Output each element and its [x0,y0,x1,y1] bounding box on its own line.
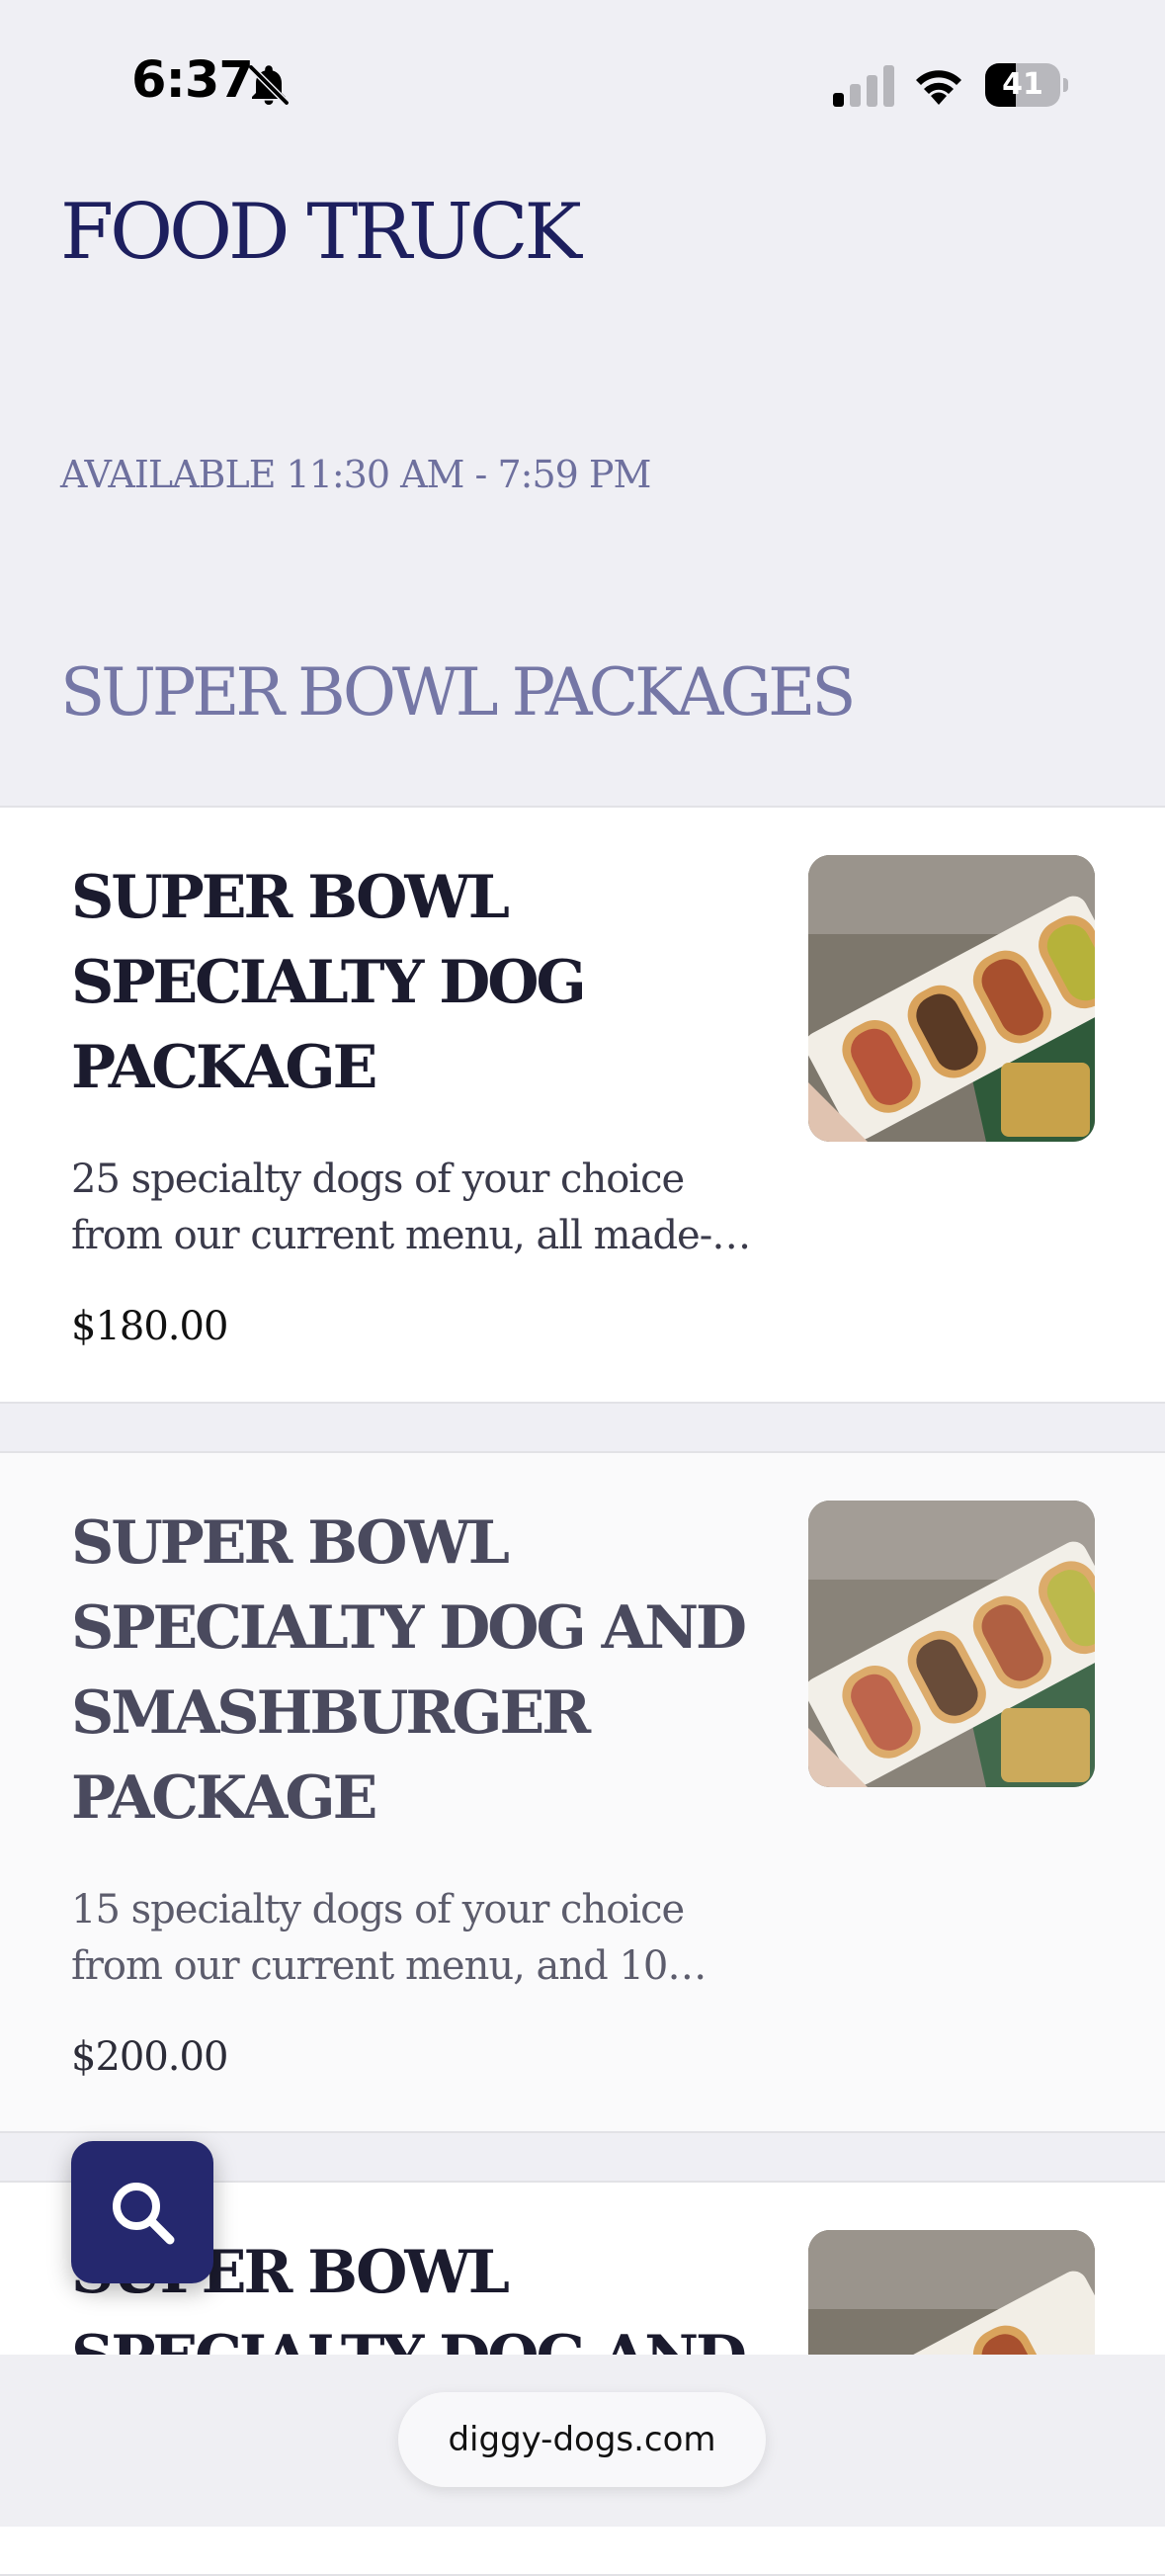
section-title: SUPER BOWL PACKAGES [60,654,856,730]
menu-item-photo [808,1501,1095,1787]
menu-item-description: 15 specialty dogs of your choice from ou… [71,1882,783,1995]
menu-item-photo [808,855,1095,1142]
battery-level: 41 [1002,67,1043,102]
signal-icon [833,65,894,107]
status-bar: 6:37 41 [0,0,1165,158]
availability-text: AVAILABLE 11:30 AM - 7:59 PM [60,453,651,496]
battery-cap [1063,78,1068,92]
menu-item-price: $180.00 [71,1304,228,1349]
status-time: 6:37 [131,51,254,110]
hot-dogs-photo [808,855,1095,1142]
menu-item-description-line: from our current menu, and 10… [71,1943,707,1989]
bell-slash-icon [248,64,290,106]
menu-item-name: SUPER BOWL SPECIALTY DOG PACKAGE [71,863,587,1102]
menu-item-description-line: 25 specialty dogs of your choice [71,1157,685,1202]
wifi-icon [916,70,961,105]
menu-item-card[interactable]: SUPER BOWL SPECIALTY DOG PACKAGE 25 spec… [0,806,1165,1404]
hot-dogs-photo [808,1501,1095,1787]
battery-body: 41 [985,63,1060,107]
menu-item-name: SUPER BOWL SPECIALTY DOG AND SMASHBURGER… [71,1508,747,1833]
search-icon [113,2183,175,2245]
menu-title: FOOD TRUCK [60,188,582,277]
browser-bottom-bar: diggy-dogs.com [0,2355,1165,2527]
menu-item-price: $200.00 [71,2034,228,2080]
search-button[interactable] [71,2141,213,2283]
menu-item-description: 25 specialty dogs of your choice from ou… [71,1152,783,1264]
menu-item-description-line: 15 specialty dogs of your choice [71,1887,685,1932]
battery-icon: 41 [985,63,1068,107]
menu-item-card[interactable]: SUPER BOWL SPECIALTY DOG AND SMASHBURGER… [0,1451,1165,2133]
menu-item-description-line: from our current menu, all made-… [71,1213,751,1258]
address-bar[interactable]: diggy-dogs.com [398,2392,766,2487]
